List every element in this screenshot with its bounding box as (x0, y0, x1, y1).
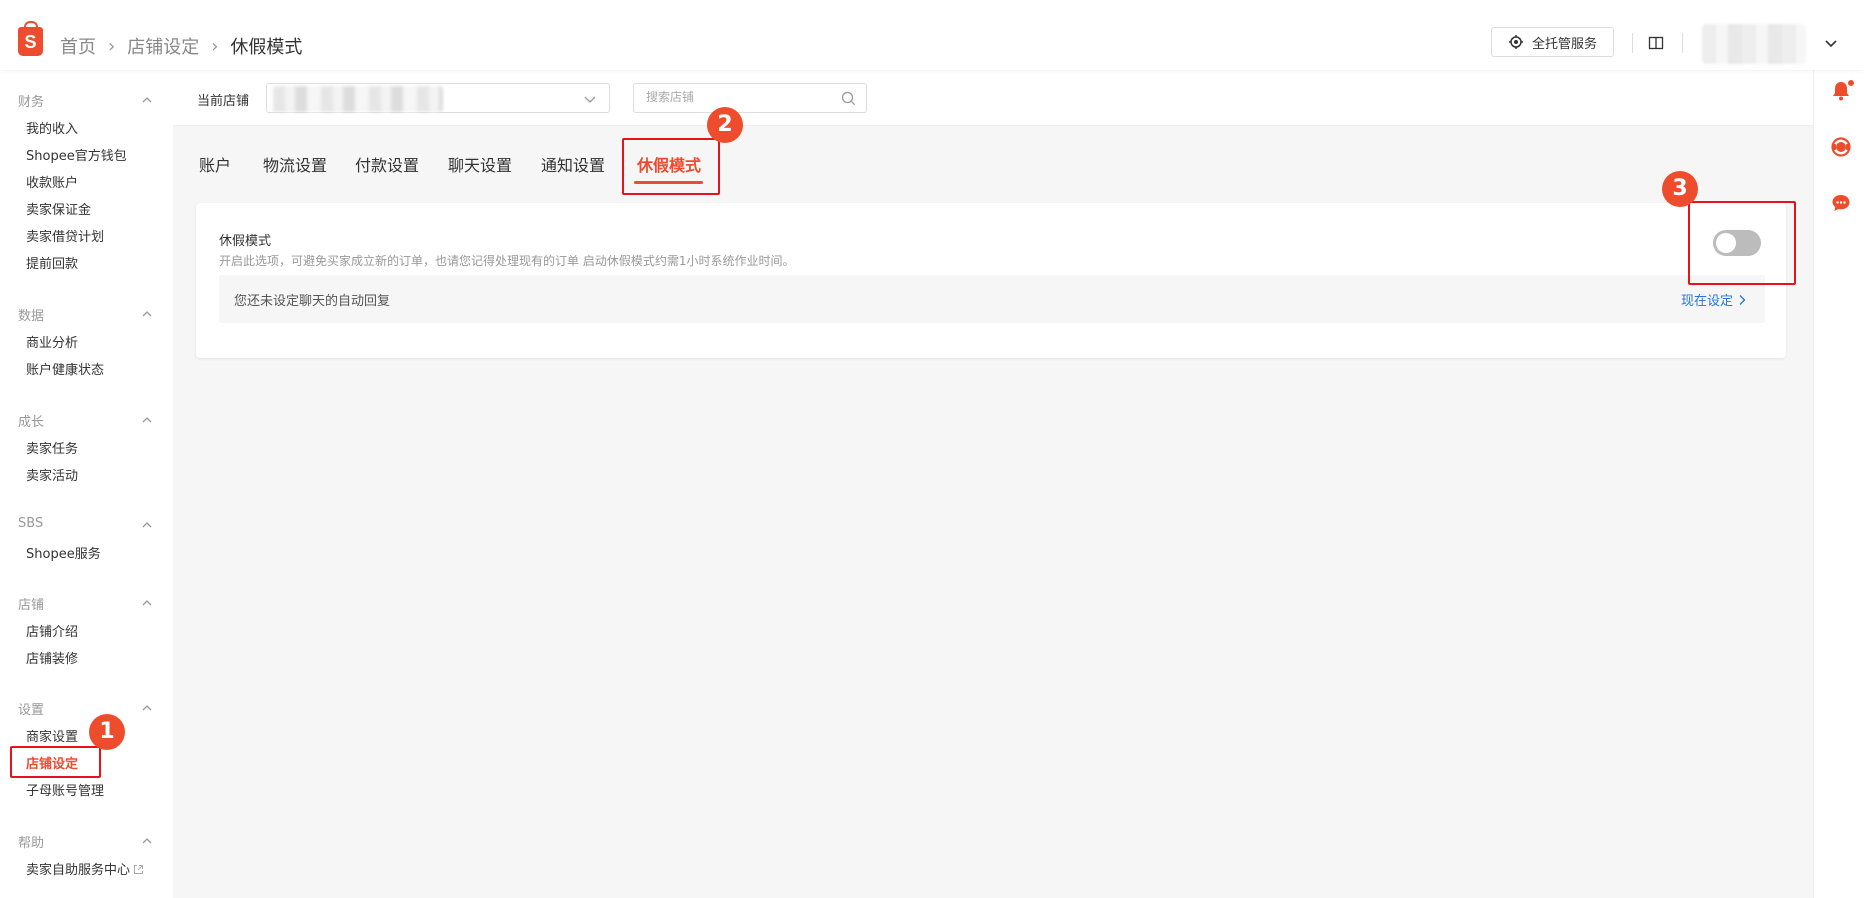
sidebar-item-my-income[interactable]: 我的收入 (26, 118, 78, 137)
shop-selector-bar: 当前店铺 (173, 70, 1813, 126)
sidebar-item-shop-decoration[interactable]: 店铺装修 (26, 648, 78, 667)
shop-search-field[interactable] (633, 83, 867, 113)
sidebar-item-seller-tasks[interactable]: 卖家任务 (26, 438, 78, 457)
tab-payment[interactable]: 付款设置 (355, 152, 419, 176)
breadcrumb: 首页 › 店铺设定 › 休假模式 (60, 33, 302, 59)
top-header: S 首页 › 店铺设定 › 休假模式 全托管服务 (0, 0, 1864, 70)
notification-dot (1847, 79, 1855, 87)
header-divider (1682, 33, 1683, 53)
auto-reply-notice-text: 您还未设定聊天的自动回复 (234, 294, 391, 309)
chevron-right-icon (1739, 294, 1746, 305)
sidebar-item-seller-deposit[interactable]: 卖家保证金 (26, 199, 91, 218)
breadcrumb-current: 休假模式 (230, 37, 303, 58)
step-badge-2: 2 (707, 107, 743, 143)
vacation-mode-title: 休假模式 (219, 234, 272, 249)
chevron-up-icon[interactable] (141, 702, 153, 714)
step-badge-3: 3 (1662, 171, 1698, 207)
sidebar-group-title[interactable]: SBS (18, 516, 43, 531)
chevron-up-icon[interactable] (141, 519, 153, 531)
sidebar-item-shop-profile[interactable]: 店铺介绍 (26, 621, 78, 640)
shop-search-input[interactable] (646, 90, 826, 104)
sidebar-item-sub-accounts[interactable]: 子母账号管理 (26, 780, 104, 799)
shop-name-blurred (273, 86, 443, 112)
sidebar-item-self-service-center[interactable]: 卖家自助服务中心 (26, 859, 144, 878)
sidebar-group-title[interactable]: 店铺 (18, 594, 44, 613)
sidebar-item-seller-loan[interactable]: 卖家借贷计划 (26, 226, 104, 245)
sidebar-group-title[interactable]: 财务 (18, 91, 44, 110)
service-gear-icon (1508, 35, 1523, 49)
sidebar-item-merchant-settings[interactable]: 商家设置 (26, 726, 78, 745)
vacation-mode-description: 开启此选项，可避免买家成立新的订单，也请您记得处理现有的订单 启动休假模式约需1… (219, 254, 795, 268)
header-divider (1632, 33, 1633, 53)
book-icon[interactable] (1648, 35, 1664, 51)
set-now-link[interactable]: 现在设定 (1681, 290, 1747, 309)
tab-account[interactable]: 账户 (199, 152, 231, 176)
sidebar-group-title[interactable]: 成长 (18, 411, 44, 430)
sidebar-item-early-payout[interactable]: 提前回款 (26, 253, 78, 272)
tab-shipping[interactable]: 物流设置 (263, 152, 327, 176)
chevron-down-icon[interactable] (1824, 36, 1838, 50)
sidebar-item-shopee-services[interactable]: Shopee服务 (26, 543, 101, 562)
sidebar-item-business-insights[interactable]: 商业分析 (26, 332, 78, 351)
search-icon[interactable] (841, 91, 856, 106)
step-badge-1: 1 (89, 714, 125, 750)
breadcrumb-shop-settings[interactable]: 店铺设定 (127, 33, 199, 59)
sidebar-item-account-health[interactable]: 账户健康状态 (26, 359, 104, 378)
chevron-up-icon[interactable] (141, 597, 153, 609)
vacation-mode-card: 休假模式 开启此选项，可避免买家成立新的订单，也请您记得处理现有的订单 启动休假… (196, 203, 1786, 358)
set-now-label: 现在设定 (1680, 294, 1733, 309)
shop-select-dropdown[interactable] (266, 83, 610, 113)
chevron-up-icon[interactable] (141, 414, 153, 426)
support-icon[interactable] (1830, 136, 1852, 158)
sidebar-item-shopee-wallet[interactable]: Shopee官方钱包 (26, 145, 127, 164)
breadcrumb-separator-icon: › (108, 35, 116, 57)
tab-notifications[interactable]: 通知设置 (541, 152, 605, 176)
sidebar-item-payment-account[interactable]: 收款账户 (26, 172, 78, 191)
breadcrumb-separator-icon: › (211, 35, 219, 57)
sidebar-group-title[interactable]: 设置 (18, 699, 44, 718)
chevron-up-icon[interactable] (141, 835, 153, 847)
sidebar-group-title[interactable]: 帮助 (18, 832, 44, 851)
sidebar-item-label: 卖家自助服务中心 (26, 863, 131, 878)
right-rail (1813, 70, 1864, 898)
external-link-icon (134, 865, 144, 874)
main-content: 当前店铺 账户 物流设置 付款设置 聊天设置 通知设置 休假模式 休假模式 开启… (173, 70, 1813, 898)
chevron-up-icon[interactable] (141, 94, 153, 106)
full-managed-service-label: 全托管服务 (1531, 36, 1597, 52)
highlight-shop-settings (10, 746, 101, 778)
chevron-down-icon (584, 96, 596, 103)
tab-chat[interactable]: 聊天设置 (448, 152, 512, 176)
highlight-vacation-tab (622, 138, 720, 195)
full-managed-service-button[interactable]: 全托管服务 (1491, 27, 1614, 57)
shopee-logo[interactable]: S (18, 21, 43, 56)
sidebar-group-title[interactable]: 数据 (18, 305, 44, 324)
auto-reply-notice: 您还未设定聊天的自动回复 现在设定 (219, 275, 1765, 323)
chevron-up-icon[interactable] (141, 308, 153, 320)
settings-tabs: 账户 物流设置 付款设置 聊天设置 通知设置 休假模式 (173, 126, 1813, 196)
highlight-vacation-toggle (1688, 201, 1796, 285)
current-shop-label: 当前店铺 (197, 94, 250, 109)
account-avatar-blurred[interactable] (1702, 24, 1806, 64)
sidebar-item-seller-events[interactable]: 卖家活动 (26, 465, 78, 484)
breadcrumb-home[interactable]: 首页 (60, 33, 96, 59)
chat-bubble-icon[interactable] (1830, 192, 1852, 214)
